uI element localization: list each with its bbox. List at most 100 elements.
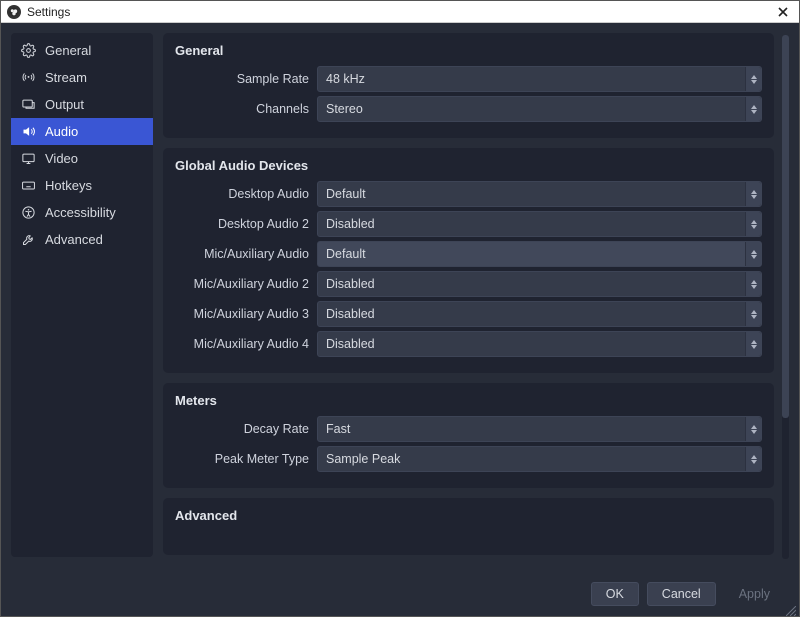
spin-buttons[interactable] [745, 67, 761, 91]
select-desktop-audio[interactable]: Default [317, 181, 762, 207]
select-sample-rate[interactable]: 48 kHz [317, 66, 762, 92]
spin-buttons[interactable] [745, 242, 761, 266]
chevron-up-icon [751, 250, 757, 254]
chevron-up-icon [751, 75, 757, 79]
group-title: Advanced [175, 508, 762, 523]
spin-buttons[interactable] [745, 212, 761, 236]
label-desktop-audio: Desktop Audio [175, 187, 309, 201]
select-value: Disabled [326, 277, 375, 291]
select-value: Disabled [326, 337, 375, 351]
select-value: Default [326, 247, 366, 261]
tools-icon [21, 232, 36, 247]
apply-button: Apply [724, 582, 785, 606]
chevron-up-icon [751, 220, 757, 224]
select-value: Fast [326, 422, 350, 436]
spin-buttons[interactable] [745, 272, 761, 296]
sidebar-item-video[interactable]: Video [11, 145, 153, 172]
label-mic-aux-4: Mic/Auxiliary Audio 4 [175, 337, 309, 351]
close-button[interactable] [773, 2, 793, 22]
spin-buttons[interactable] [745, 302, 761, 326]
chevron-up-icon [751, 105, 757, 109]
chevron-down-icon [751, 255, 757, 259]
chevron-down-icon [751, 345, 757, 349]
chevron-up-icon [751, 190, 757, 194]
sidebar-item-label: Audio [45, 124, 78, 139]
select-mic-aux-2[interactable]: Disabled [317, 271, 762, 297]
select-value: 48 kHz [326, 72, 365, 86]
select-decay-rate[interactable]: Fast [317, 416, 762, 442]
label-mic-aux-2: Mic/Auxiliary Audio 2 [175, 277, 309, 291]
group-title: Global Audio Devices [175, 158, 762, 173]
chevron-up-icon [751, 455, 757, 459]
keyboard-icon [21, 178, 36, 193]
chevron-down-icon [751, 285, 757, 289]
sidebar-item-hotkeys[interactable]: Hotkeys [11, 172, 153, 199]
group-title: Meters [175, 393, 762, 408]
app-icon [7, 5, 21, 19]
label-desktop-audio-2: Desktop Audio 2 [175, 217, 309, 231]
label-decay-rate: Decay Rate [175, 422, 309, 436]
chevron-down-icon [751, 430, 757, 434]
settings-content: General Sample Rate 48 kHz Channels Ste [163, 33, 778, 557]
chevron-down-icon [751, 225, 757, 229]
resize-grip[interactable] [786, 603, 796, 613]
close-icon [778, 7, 788, 17]
scrollbar[interactable] [782, 35, 789, 559]
select-value: Default [326, 187, 366, 201]
chevron-up-icon [751, 425, 757, 429]
select-mic-aux-4[interactable]: Disabled [317, 331, 762, 357]
select-value: Disabled [326, 217, 375, 231]
audio-icon [21, 124, 36, 139]
sidebar-item-label: Advanced [45, 232, 103, 247]
scrollbar-thumb[interactable] [782, 35, 789, 418]
group-general: General Sample Rate 48 kHz Channels Ste [163, 33, 774, 138]
select-mic-aux[interactable]: Default [317, 241, 762, 267]
sidebar-item-label: General [45, 43, 91, 58]
sidebar-item-accessibility[interactable]: Accessibility [11, 199, 153, 226]
label-mic-aux: Mic/Auxiliary Audio [175, 247, 309, 261]
sidebar-item-general[interactable]: General [11, 37, 153, 64]
spin-buttons[interactable] [745, 417, 761, 441]
output-icon [21, 97, 36, 112]
chevron-down-icon [751, 80, 757, 84]
group-global-audio-devices: Global Audio Devices Desktop Audio Defau… [163, 148, 774, 373]
sidebar-item-label: Hotkeys [45, 178, 92, 193]
chevron-up-icon [751, 340, 757, 344]
sidebar-item-label: Output [45, 97, 84, 112]
chevron-up-icon [751, 310, 757, 314]
select-mic-aux-3[interactable]: Disabled [317, 301, 762, 327]
chevron-up-icon [751, 280, 757, 284]
cancel-button[interactable]: Cancel [647, 582, 716, 606]
spin-buttons[interactable] [745, 182, 761, 206]
settings-window: Settings General Stream Output [0, 0, 800, 617]
broadcast-icon [21, 70, 36, 85]
sidebar: General Stream Output Audio Video [11, 33, 153, 557]
dialog-body: General Stream Output Audio Video [1, 23, 799, 616]
select-value: Stereo [326, 102, 363, 116]
select-desktop-audio-2[interactable]: Disabled [317, 211, 762, 237]
spin-buttons[interactable] [745, 332, 761, 356]
monitor-icon [21, 151, 36, 166]
select-value: Sample Peak [326, 452, 400, 466]
dialog-footer: OK Cancel Apply [1, 572, 799, 616]
chevron-down-icon [751, 110, 757, 114]
sidebar-item-stream[interactable]: Stream [11, 64, 153, 91]
group-title: General [175, 43, 762, 58]
label-sample-rate: Sample Rate [175, 72, 309, 86]
sidebar-item-label: Stream [45, 70, 87, 85]
select-peak-meter-type[interactable]: Sample Peak [317, 446, 762, 472]
spin-buttons[interactable] [745, 447, 761, 471]
chevron-down-icon [751, 460, 757, 464]
sidebar-item-audio[interactable]: Audio [11, 118, 153, 145]
titlebar: Settings [1, 1, 799, 23]
spin-buttons[interactable] [745, 97, 761, 121]
accessibility-icon [21, 205, 36, 220]
select-channels[interactable]: Stereo [317, 96, 762, 122]
window-title: Settings [27, 5, 70, 19]
chevron-down-icon [751, 315, 757, 319]
label-channels: Channels [175, 102, 309, 116]
sidebar-item-label: Accessibility [45, 205, 116, 220]
sidebar-item-advanced[interactable]: Advanced [11, 226, 153, 253]
ok-button[interactable]: OK [591, 582, 639, 606]
sidebar-item-output[interactable]: Output [11, 91, 153, 118]
